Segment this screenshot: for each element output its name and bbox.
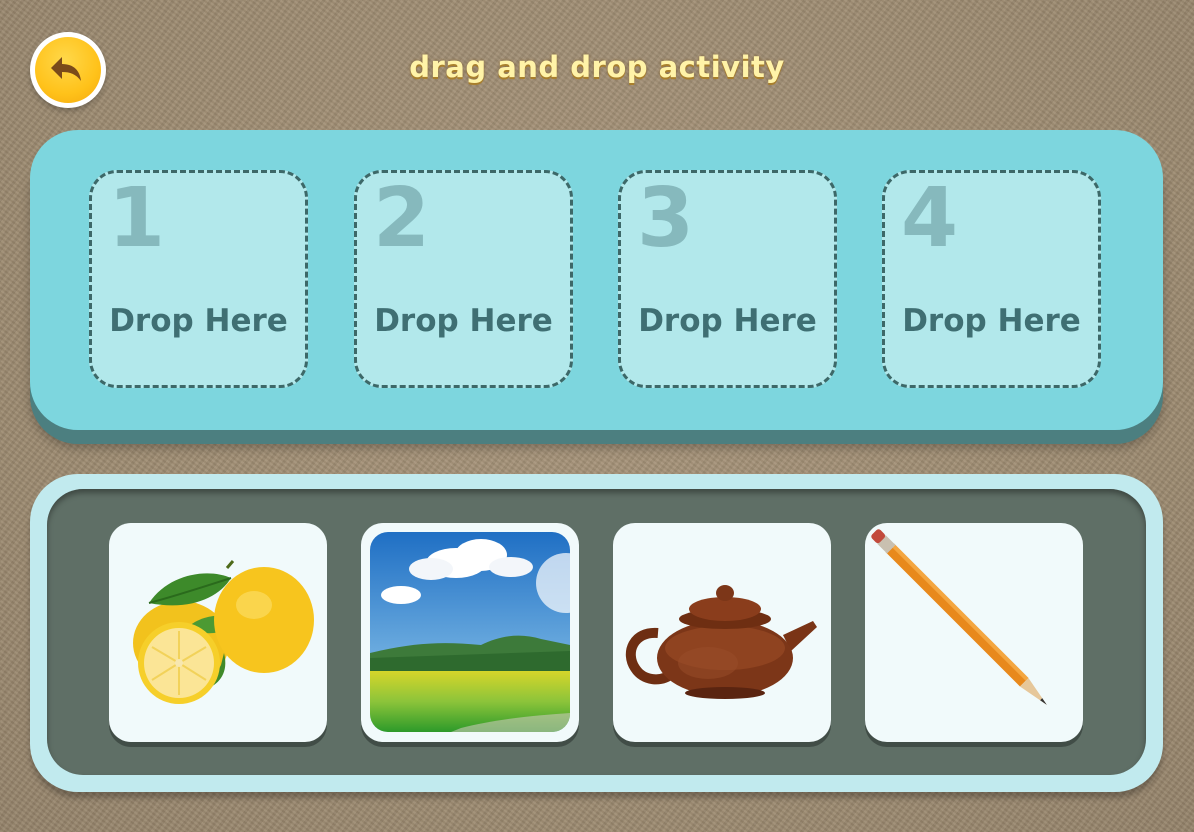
pencil-image [871,529,1047,705]
drop-zone-4[interactable]: 4 Drop Here [882,170,1101,388]
drop-zone-2[interactable]: 2 Drop Here [354,170,573,388]
drop-zone-label: Drop Here [638,303,817,339]
draggable-card-pencil[interactable] [865,523,1083,742]
draggable-card-lemons[interactable] [109,523,327,742]
draggable-items-panel [30,474,1163,792]
landscape-image [370,532,570,732]
drop-zone-number: 4 [901,171,959,266]
draggable-card-teapot[interactable] [613,523,831,742]
drop-zone-number: 3 [637,171,695,266]
drop-zone-label: Drop Here [374,303,553,339]
drop-zone-3[interactable]: 3 Drop Here [618,170,837,388]
drop-zone-number: 1 [108,171,166,266]
drop-zone-number: 2 [373,171,431,266]
drop-zone-label: Drop Here [109,303,288,339]
teapot-image [625,585,817,699]
drop-zone-label: Drop Here [902,303,1081,339]
drop-zone-1[interactable]: 1 Drop Here [89,170,308,388]
items-tray [47,489,1146,775]
drop-zones-panel: 1 Drop Here 2 Drop Here 3 Drop Here 4 Dr… [30,130,1163,430]
draggable-card-landscape[interactable] [361,523,579,742]
lemons-image [133,560,314,704]
page-title: drag and drop activity [409,50,785,84]
